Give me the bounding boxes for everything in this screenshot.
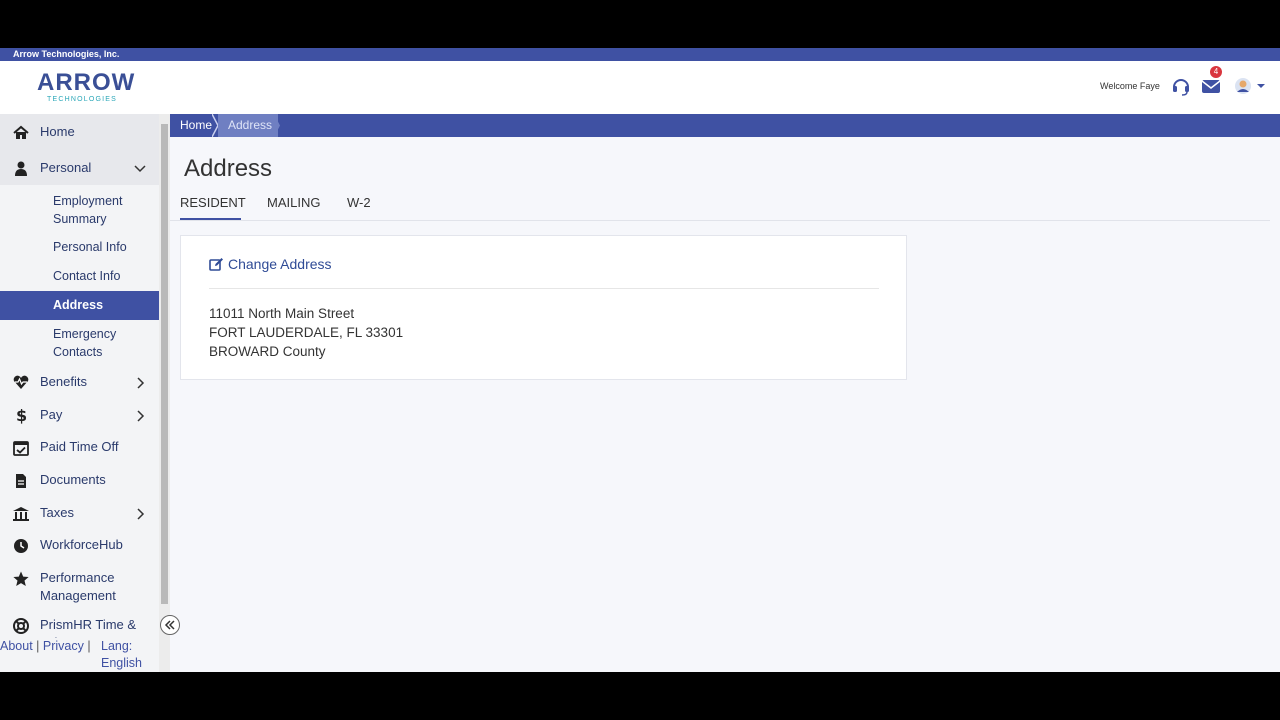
home-icon: [12, 124, 30, 142]
calendar-check-icon: [12, 439, 30, 457]
sidebar-subitem-label: Personal Info: [53, 240, 127, 254]
edit-icon: [209, 258, 223, 271]
chevron-right-icon: [134, 377, 146, 389]
sidebar-subitem-label: Emergency Contacts: [53, 327, 117, 359]
sidebar-item-label: PrismHR Time & Labor: [40, 617, 137, 638]
tab-label: MAILING: [267, 195, 321, 210]
tab-label: RESIDENT: [180, 195, 246, 210]
sidebar-item-performance-management[interactable]: Performance Management: [0, 567, 159, 605]
top-header: ARROW TECHNOLOGIES Welcome Faye 4: [0, 61, 1280, 114]
sidebar-subitem-contact-info[interactable]: Contact Info: [0, 267, 159, 287]
breadcrumb: Home Address: [170, 114, 1280, 137]
app-window: Arrow Technologies, Inc. ARROW TECHNOLOG…: [0, 48, 1280, 672]
footer-separator: |: [36, 639, 40, 653]
avatar[interactable]: [1233, 75, 1265, 97]
card-divider: [209, 288, 879, 289]
address-tabs: RESIDENT MAILING W-2: [170, 192, 1270, 221]
sidebar-item-paid-time-off[interactable]: Paid Time Off: [0, 436, 159, 460]
address-line-3: BROWARD County: [209, 344, 326, 359]
lifebuoy-icon: [12, 617, 30, 635]
mail-badge: 4: [1210, 66, 1222, 78]
sidebar-subitem-label: Contact Info: [53, 269, 121, 283]
sidebar-item-documents[interactable]: Documents: [0, 469, 159, 493]
headset-icon[interactable]: [1170, 75, 1192, 97]
sidebar-item-label: Paid Time Off: [40, 439, 119, 454]
chevron-right-icon: [134, 508, 146, 520]
page-title: Address: [184, 155, 273, 182]
footer-separator: |: [87, 639, 91, 653]
sidebar-item-label: Documents: [40, 472, 106, 487]
address-line-2: FORT LAUDERDALE, FL 33301: [209, 325, 404, 340]
chevron-down-icon: [134, 163, 146, 175]
tab-w2[interactable]: W-2: [347, 195, 371, 220]
sidebar-item-label: Personal: [40, 160, 92, 175]
company-logo[interactable]: ARROW TECHNOLOGIES: [37, 69, 136, 105]
dollar-icon: $: [12, 406, 30, 425]
collapse-sidebar-button[interactable]: [160, 615, 180, 635]
mail-icon[interactable]: [1200, 75, 1222, 97]
sidebar-item-label: Pay: [40, 407, 63, 422]
footer-links: About | Privacy | Lang: English: [0, 638, 159, 672]
welcome-text: Welcome Faye: [1100, 81, 1160, 91]
sidebar-item-pay[interactable]: $ Pay: [0, 404, 159, 428]
tab-mailing[interactable]: MAILING: [267, 195, 320, 220]
sidebar-item-taxes[interactable]: Taxes: [0, 502, 159, 526]
sidebar-item-label: WorkforceHub: [40, 537, 123, 552]
sidebar-subitem-label: Employment Summary: [53, 194, 123, 226]
sidebar-item-label: Home: [40, 124, 75, 139]
change-address-label: Change Address: [228, 256, 332, 272]
clock-icon: [12, 537, 30, 555]
sidebar-item-benefits[interactable]: Benefits: [0, 371, 159, 395]
user-icon: [12, 160, 30, 178]
breadcrumb-current: Address: [218, 114, 278, 137]
address-line-1: 11011 North Main Street: [209, 306, 355, 321]
tab-label: W-2: [347, 195, 371, 210]
heart-pulse-icon: [12, 373, 30, 391]
logo-main-text: ARROW: [37, 69, 136, 96]
breadcrumb-separator-icon: [274, 114, 280, 137]
sidebar-item-label: Performance Management: [40, 570, 116, 603]
address-card: Change Address 11011 North Main Street F…: [180, 235, 907, 380]
sidebar-item-label: Benefits: [40, 374, 87, 389]
company-bar: Arrow Technologies, Inc.: [0, 48, 1280, 61]
logo-sub-text: TECHNOLOGIES: [46, 96, 118, 103]
about-link[interactable]: About: [0, 639, 33, 653]
sidebar-item-prismhr-time-labor[interactable]: PrismHR Time & Labor: [0, 614, 159, 638]
sidebar-subitem-emergency-contacts[interactable]: Emergency Contacts: [0, 325, 159, 363]
sidebar-subitem-address[interactable]: Address: [0, 291, 159, 320]
star-icon: [12, 570, 30, 588]
sidebar-subitem-personal-info[interactable]: Personal Info: [0, 238, 159, 258]
tab-resident[interactable]: RESIDENT: [180, 195, 246, 220]
breadcrumb-home[interactable]: Home: [170, 114, 218, 137]
company-name: Arrow Technologies, Inc.: [13, 49, 120, 59]
chevron-right-icon: [134, 410, 146, 422]
sidebar-item-home[interactable]: Home: [0, 114, 159, 151]
svg-text:$: $: [16, 406, 27, 424]
document-icon: [12, 472, 30, 490]
sidebar-item-personal[interactable]: Personal: [0, 151, 159, 185]
sidebar-scrollbar[interactable]: [159, 114, 170, 672]
double-chevron-left-icon: [164, 620, 175, 630]
sidebar-subitem-employment-summary[interactable]: Employment Summary: [0, 192, 159, 230]
sidebar-item-label: Taxes: [40, 505, 74, 520]
language-link[interactable]: Lang: English: [101, 638, 146, 672]
sidebar: Home Personal Employment Summary Persona…: [0, 114, 159, 672]
sidebar-subitem-label: Address: [53, 298, 104, 312]
sidebar-item-workforcehub[interactable]: WorkforceHub: [0, 534, 159, 558]
bank-icon: [12, 505, 30, 523]
scrollbar-thumb[interactable]: [161, 124, 168, 604]
privacy-link[interactable]: Privacy: [43, 639, 84, 653]
